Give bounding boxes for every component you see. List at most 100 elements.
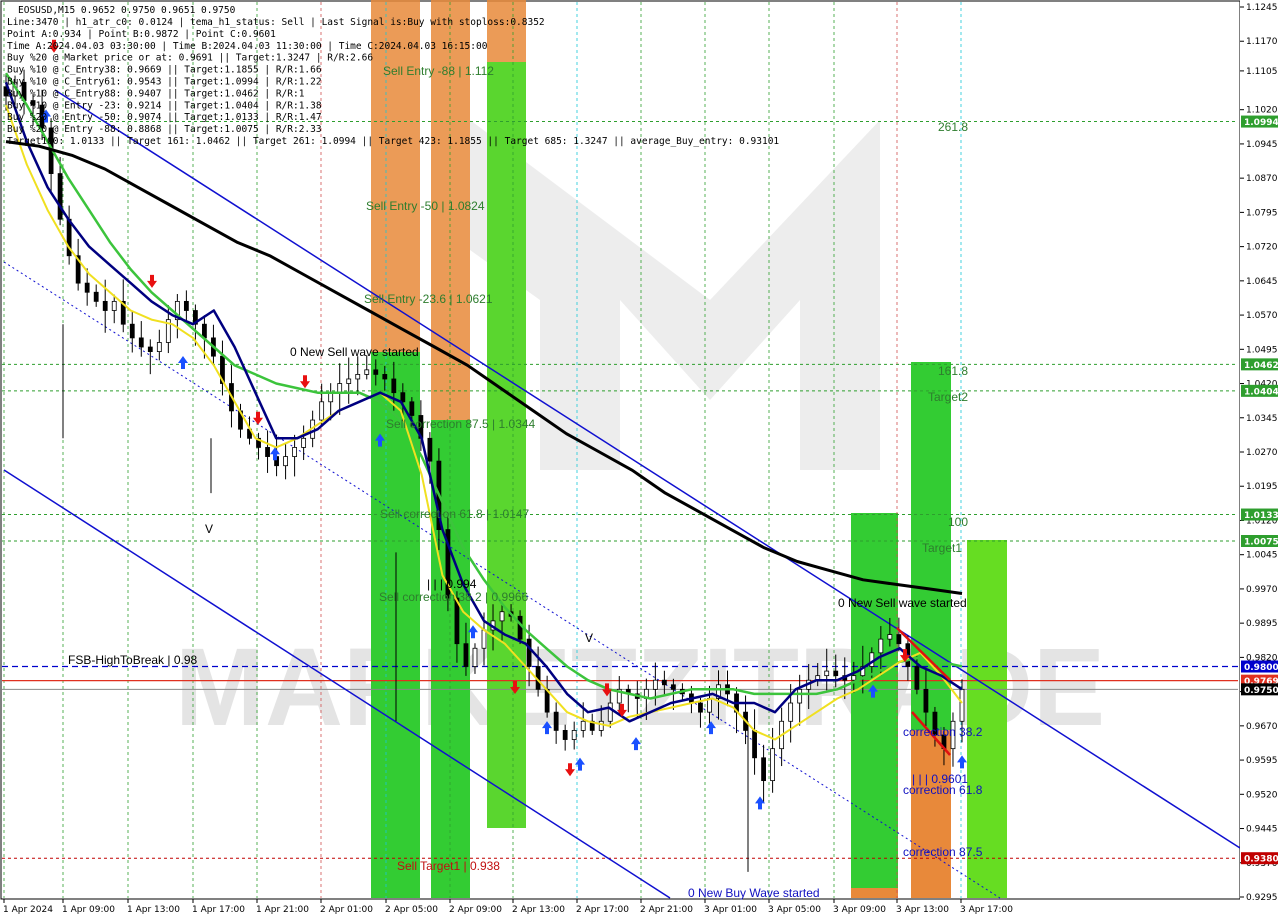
candle-body [788,702,794,722]
candle-body [833,670,839,677]
candle-body [670,684,676,690]
info-line: Buy %10 @ C_Entry61: 0.9543 || Target:1.… [7,77,322,88]
correction-618-label: correction 61.8 [903,783,983,797]
candle-body [896,634,902,645]
candle-body [364,369,370,375]
price-tag-label: 1.0075 [1244,538,1279,548]
info-line: Buy %20 @ Entry -88: 0.8868 || Target:1.… [7,124,322,135]
candle-body [283,456,288,467]
candle-body [580,720,586,731]
candle-body [382,374,388,380]
price-tick-label: 0.9670 [1246,722,1278,732]
candle-body [526,638,532,667]
correction-875-label: correction 87.5 [903,845,983,859]
target2-label: Target2 [928,390,968,404]
candle-body [698,702,703,713]
candle-body [652,679,658,690]
price-tick-label: 1.0270 [1246,448,1278,458]
info-line: Buy %10 @ C_Entry38: 0.9669 || Target:1.… [7,65,322,76]
price-tick-label: 1.0870 [1246,174,1278,184]
info-line: Time A:2024.04.03 03:30:00 | Time B:2024… [7,41,488,52]
time-tick-label: 2 Apr 21:00 [640,905,693,915]
zone-rect [851,888,898,898]
info-line: Line:3470 | h1_atr_c0: 0.0124 | tema_h1_… [7,17,545,28]
candle-body [824,670,830,677]
info-line: Target100: 1.0133 || Target 161: 1.0462 … [7,136,779,147]
price-chart: MARKETZITRADE Sell Entry -88 | 1.112 Sel… [0,0,1280,920]
candle-body [328,392,334,403]
candle-body [183,300,189,311]
price-tag-label: 1.0133 [1244,511,1279,521]
sell-entry-50-label: Sell Entry -50 | 1.0824 [366,199,485,213]
fsb-label: FSB-HighToBreak | 0.98 [68,653,198,667]
price-tag-label: 1.0404 [1244,387,1279,397]
time-tick-label: 2 Apr 17:00 [576,905,629,915]
candle-body [959,688,965,722]
zone-rect [911,730,951,898]
price-tag-label: 0.9800 [1244,663,1279,673]
time-tick-label: 2 Apr 13:00 [512,905,565,915]
candle-body [111,300,117,311]
time-tick-label: 3 Apr 09:00 [833,905,886,915]
price-tick-label: 1.0195 [1246,482,1278,492]
candle-body [409,401,415,416]
price-tick-label: 1.0495 [1246,345,1278,355]
sell-entry-88-label: Sell Entry -88 | 1.112 [383,64,494,78]
candle-body [102,300,108,311]
target1-label: Target1 [922,541,962,555]
candle-body [707,698,712,713]
price-tick-label: 1.0345 [1246,414,1278,424]
time-tick-label: 3 Apr 17:00 [960,905,1013,915]
sell-target1-label: Sell Target1 | 0.938 [397,859,500,873]
price-tick-label: 1.1105 [1246,67,1278,77]
candle-body [57,173,63,220]
price-tick-label: 0.9895 [1246,619,1278,629]
candle-body [661,679,667,686]
time-tick-label: 3 Apr 13:00 [896,905,949,915]
candle-body [752,730,757,759]
info-line: Buy %20 @ Market price or at: 0.9691 || … [7,53,373,64]
candle-body [391,378,397,394]
sell-correction-618-label: Sell correction 61.8 | 1.0147 [380,507,530,521]
candle-body [337,383,343,394]
price-tag-label: 0.9380 [1244,855,1279,865]
price-tick-label: 0.9445 [1246,825,1278,835]
info-line: Point A:0.934 | Point B:0.9872 | Point C… [7,29,276,40]
time-tick-label: 3 Apr 05:00 [768,905,821,915]
price-tick-label: 1.0945 [1246,140,1278,150]
candle-body [355,374,361,380]
price-tag-label: 0.9750 [1244,686,1279,696]
fib-1618-label: 161.8 [938,364,968,378]
time-tick-label: 2 Apr 01:00 [320,905,373,915]
price-tick-label: 1.0045 [1246,551,1278,561]
price-tick-label: 0.9595 [1246,756,1278,766]
candle-body [761,757,766,782]
price-tick-label: 0.9295 [1246,893,1278,903]
time-tick-label: 1 Apr 21:00 [256,905,309,915]
candle-body [147,346,153,352]
candle-body [923,688,929,713]
price-tick-label: 0.9970 [1246,585,1278,595]
candle-body [202,323,207,339]
candle-body [887,634,893,640]
v-mark-2: V [585,631,593,645]
candle-body [481,629,487,649]
candle-body [84,282,90,293]
time-tick-label: 2 Apr 09:00 [449,905,502,915]
sell-correction-875-label: Sell correction 87.5 | 1.0344 [386,417,536,431]
candle-body [138,337,144,348]
new-sell-wave-label-1: 0 New Sell wave started [290,345,419,359]
zone-rect [487,0,526,62]
sell-entry-23-label: Sell Entry -23.6 | 1.0621 [364,292,493,306]
info-line: Buy %10 @ C_Entry88: 0.9407 || Target:1.… [7,88,305,99]
time-axis: 1 Apr 2024 1 Apr 09:00 1 Apr 13:00 1 Apr 17… [3,899,1013,915]
candle-body [770,748,776,782]
price-axis-bg [1240,0,1280,920]
time-tick-label: 1 Apr 2024 [3,905,53,915]
new-sell-wave-label-2: 0 New Sell wave started [838,596,967,610]
price-tick-label: 1.1245 [1246,3,1278,13]
candle-body [292,447,298,457]
candle-body [472,647,478,667]
candle-body [346,378,352,384]
info-line: Buy %10 @ Entry -23: 0.9214 || Target:1.… [7,100,322,111]
